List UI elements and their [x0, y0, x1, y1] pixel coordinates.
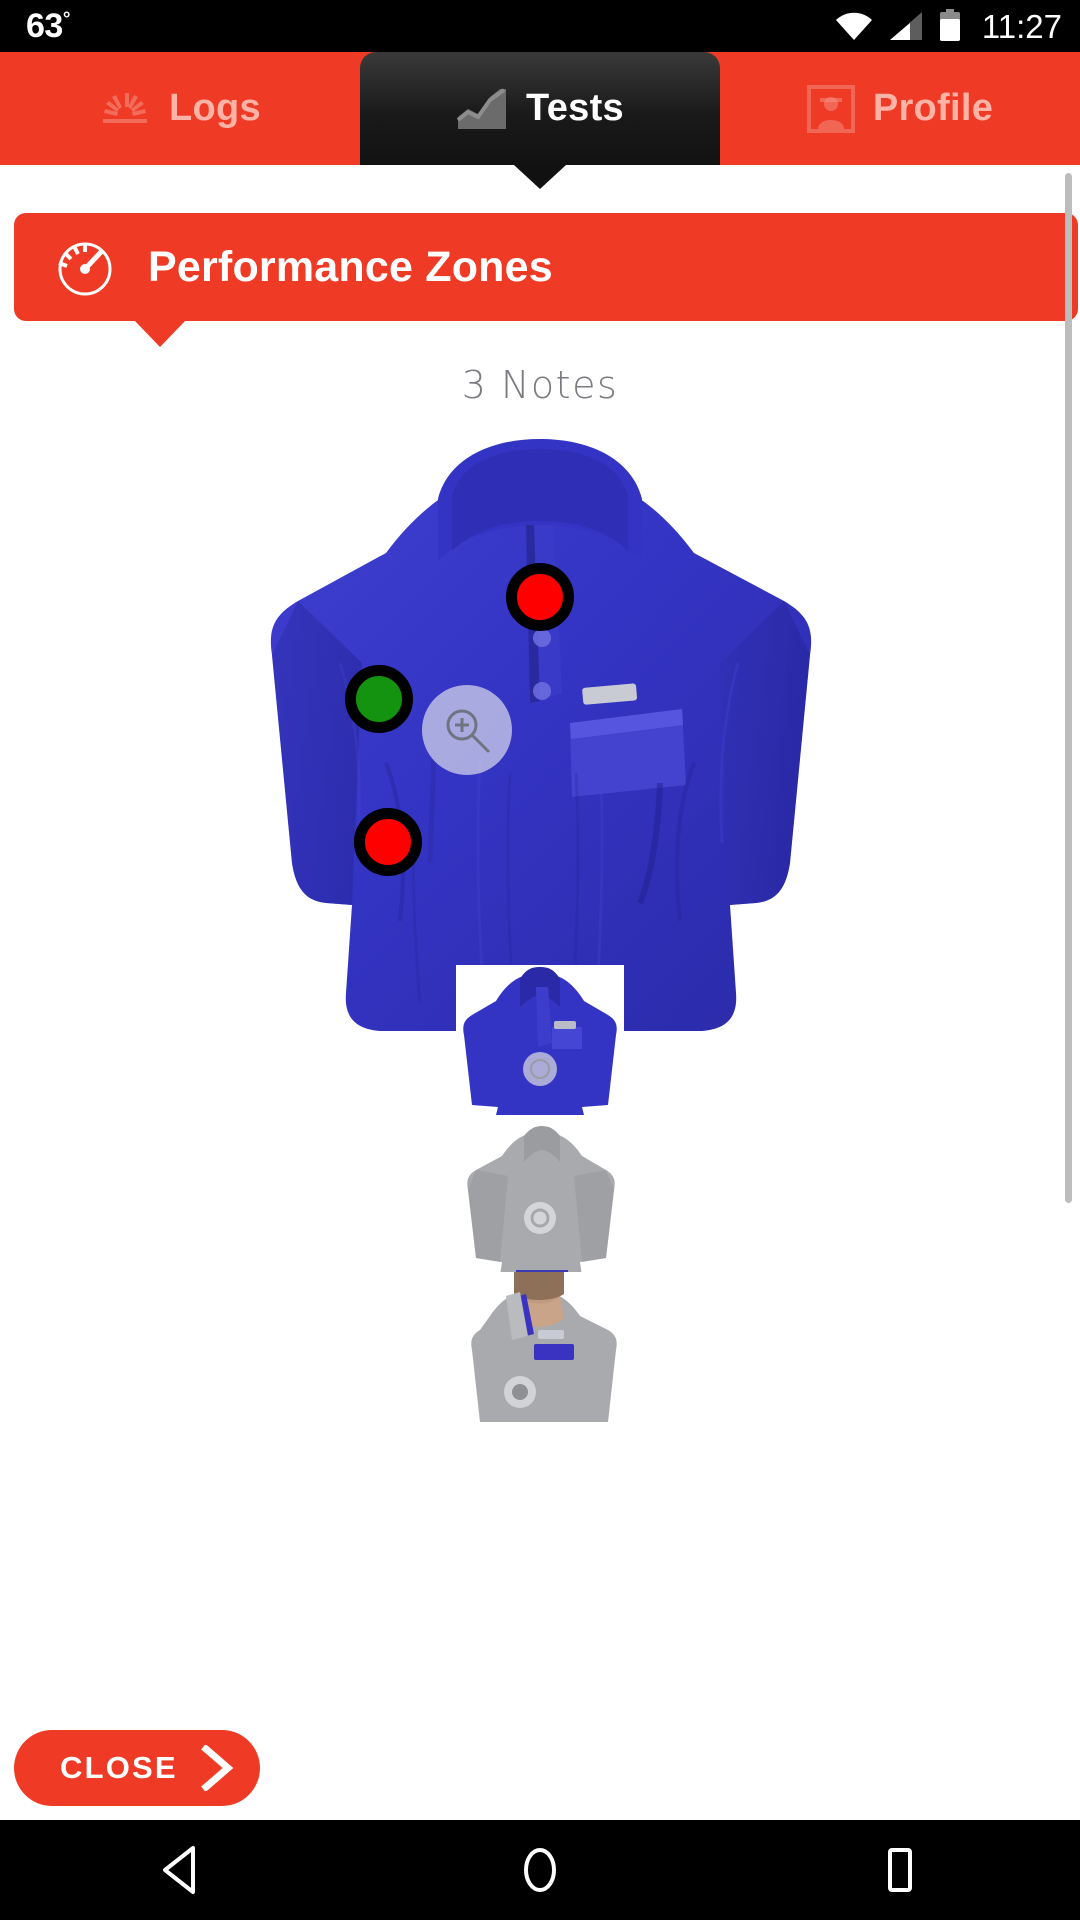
nav-back-button[interactable]: [120, 1820, 240, 1920]
back-triangle-icon: [157, 1844, 203, 1896]
marker-red-lower[interactable]: [354, 808, 422, 876]
thumbnail-2[interactable]: [456, 1272, 624, 1422]
battery-icon: [938, 9, 962, 43]
thumbnail-1[interactable]: [456, 1126, 624, 1276]
home-circle-icon: [517, 1844, 563, 1896]
status-bar: 63 ° 11:27: [0, 0, 1080, 52]
wifi-icon: [834, 11, 874, 41]
close-button-label: CLOSE: [60, 1750, 178, 1785]
tab-profile-label: Profile: [872, 87, 994, 129]
banner-title: Performance Zones: [148, 242, 553, 291]
content-scroll-area[interactable]: Performance Zones 3 Notes CLOSE: [0, 165, 1080, 1820]
android-navigation-bar: [0, 1820, 1080, 1920]
thumbnail-2-image: [456, 1272, 624, 1422]
notes-count-label: 3 Notes: [461, 363, 619, 407]
tab-bar: Logs Tests Profile: [0, 52, 1080, 165]
chevron-right-icon: [200, 1745, 234, 1791]
thumbnail-0-image: [456, 965, 624, 1115]
tab-profile[interactable]: Profile: [720, 52, 1080, 165]
marker-green-torso[interactable]: [345, 665, 413, 733]
status-clock: 11:27: [981, 7, 1062, 45]
nav-recents-button[interactable]: [840, 1820, 960, 1920]
gauge-icon: [54, 236, 116, 298]
app-root: 63 ° 11:27 Logs Tests Profile Performanc…: [0, 0, 1080, 1920]
active-tab-pointer: [514, 165, 566, 189]
tab-logs[interactable]: Logs: [0, 52, 360, 165]
status-temperature: 63 °: [26, 9, 70, 43]
vertical-scrollbar[interactable]: [1065, 173, 1072, 1203]
temperature-value: 63: [26, 7, 63, 45]
nav-home-button[interactable]: [480, 1820, 600, 1920]
thumbnail-0[interactable]: [456, 965, 624, 1115]
banner-tail: [134, 320, 186, 347]
speedometer-icon: [99, 89, 151, 129]
recents-square-icon: [877, 1844, 923, 1896]
person-frame-icon: [806, 84, 855, 133]
close-button[interactable]: CLOSE: [14, 1730, 260, 1806]
marker-red-chest[interactable]: [506, 563, 574, 631]
tab-tests-label: Tests: [526, 87, 624, 129]
magnifier-plus-icon[interactable]: [422, 685, 512, 775]
cellular-signal-icon: [888, 11, 924, 41]
status-icons: 11:27: [834, 9, 1062, 43]
tab-tests[interactable]: Tests: [360, 52, 720, 165]
performance-zones-banner[interactable]: Performance Zones: [14, 213, 1078, 347]
tab-logs-label: Logs: [169, 87, 261, 129]
line-chart-icon: [456, 87, 508, 131]
degree-symbol: °: [62, 9, 71, 30]
thumbnail-1-image: [456, 1126, 624, 1276]
